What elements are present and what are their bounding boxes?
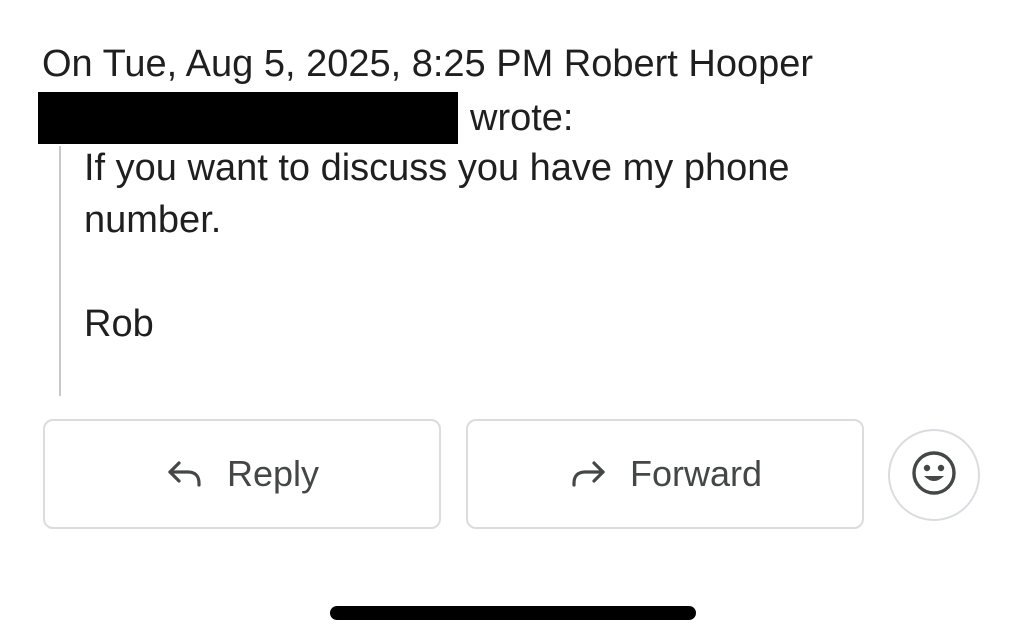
- quoted-message: If you want to discuss you have my phone…: [84, 142, 934, 350]
- smiley-face-icon: [911, 450, 957, 501]
- email-thread-view: On Tue, Aug 5, 2025, 8:25 PM Robert Hoop…: [0, 0, 1024, 642]
- reply-arrow-icon: [165, 454, 205, 494]
- home-indicator[interactable]: [330, 606, 696, 620]
- quote-indent-bar: [59, 146, 61, 396]
- forward-arrow-icon: [568, 454, 608, 494]
- reply-button[interactable]: Reply: [43, 419, 441, 529]
- quote-attribution-suffix: wrote:: [470, 97, 574, 139]
- emoji-reaction-button[interactable]: [888, 429, 980, 521]
- reply-label: Reply: [226, 453, 320, 494]
- forward-label: Forward: [629, 453, 763, 494]
- quoted-message-body: If you want to discuss you have my phone…: [84, 147, 790, 241]
- redacted-email-address: [38, 92, 458, 144]
- quoted-message-signature: Rob: [84, 303, 154, 345]
- forward-button[interactable]: Forward: [466, 419, 864, 529]
- quote-attribution-line: On Tue, Aug 5, 2025, 8:25 PM Robert Hoop…: [42, 43, 814, 85]
